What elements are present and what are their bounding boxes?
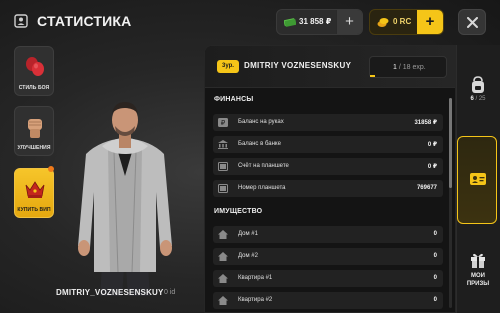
tablet-icon (218, 184, 228, 193)
house-icon (218, 296, 228, 305)
page-title: СТАТИСТИКА (37, 13, 132, 29)
property-title: ИМУЩЕСТВО (214, 208, 263, 215)
scrollbar-thumb[interactable] (449, 98, 452, 188)
inventory-count: 6 / 25 (458, 96, 498, 102)
house-icon (218, 230, 228, 239)
property-value: 0 (433, 297, 437, 303)
rc-amount: 0 RC (393, 17, 412, 26)
menu-buy-vip-label: КУПИТЬ ВИП (17, 207, 51, 213)
finance-row-bank[interactable]: Баланс в банке 0 ₽ (213, 136, 443, 153)
id-card-icon (470, 173, 486, 185)
property-row-house-1[interactable]: Дом #1 0 (213, 226, 443, 243)
finance-value: 31858 ₽ (414, 120, 437, 126)
boxing-gloves-icon (26, 57, 44, 76)
exp-total: / 18 exp. (396, 64, 426, 71)
finance-value: 0 ₽ (427, 164, 437, 170)
panel-header: 3ур. DMITRIY VOZNESENSKUY 1 / 18 exp. (205, 46, 455, 88)
finance-label: Счёт на планшете (238, 163, 289, 169)
property-label: Дом #2 (238, 253, 258, 259)
player-character (78, 102, 172, 296)
fist-icon (28, 119, 42, 138)
backpack-icon[interactable] (469, 76, 487, 94)
property-label: Квартира #2 (238, 297, 273, 303)
finance-label: Баланс на руках (238, 119, 284, 125)
close-icon (467, 17, 478, 28)
panel-scrollbar[interactable] (449, 98, 452, 308)
prizes-line-2: ПРИЗЫ (466, 281, 490, 287)
finance-value: 769677 (416, 185, 437, 191)
property-value: 0 (433, 275, 437, 281)
property-value: 0 (433, 231, 437, 237)
property-label: Дом #1 (238, 231, 258, 237)
stats-panel: 3ур. DMITRIY VOZNESENSKUY 1 / 18 exp. ФИ… (204, 45, 456, 313)
money-balance: 31 858 ₽ + (276, 9, 363, 35)
finance-label: Номер планшета (238, 185, 286, 191)
menu-fight-style[interactable]: СТИЛЬ БОЯ (14, 46, 54, 96)
stats-user-icon (14, 14, 28, 28)
ruble-icon: ₽ (218, 118, 228, 127)
panel-player-name: DMITRIY VOZNESENSKUY (244, 61, 352, 70)
close-button[interactable] (458, 9, 486, 35)
finance-row-tablet-account[interactable]: Счёт на планшете 0 ₽ (213, 158, 443, 175)
rc-balance: 0 RC + (369, 9, 444, 35)
house-icon (218, 252, 228, 261)
menu-upgrades[interactable]: УЛУЧШЕНИЯ (14, 106, 54, 156)
exp-indicator: 1 / 18 exp. (369, 56, 447, 78)
level-badge: 3ур. (217, 60, 239, 73)
exp-progress-bar (370, 75, 375, 77)
tablet-icon (218, 162, 228, 171)
property-row-apartment-2[interactable]: Квартира #2 0 (213, 292, 443, 309)
money-amount: 31 858 ₽ (299, 17, 332, 26)
house-icon (218, 274, 228, 283)
add-money-button[interactable]: + (336, 10, 362, 34)
menu-buy-vip[interactable]: КУПИТЬ ВИП (14, 168, 54, 218)
svg-text:₽: ₽ (221, 119, 226, 127)
property-label: Квартира #1 (238, 275, 273, 281)
finance-row-cash[interactable]: ₽ Баланс на руках 31858 ₽ (213, 114, 443, 131)
finance-row-tablet-number[interactable]: Номер планшета 769677 (213, 180, 443, 197)
menu-upgrades-label: УЛУЧШЕНИЯ (17, 145, 51, 151)
property-value: 0 (433, 253, 437, 259)
player-name: DMITRIY_VOZNESENSKUY (56, 288, 164, 297)
exp-text: 1 / 18 exp. (393, 64, 426, 71)
inventory-total: / 25 (473, 96, 486, 102)
finance-value: 0 ₽ (427, 142, 437, 148)
prizes-line-1: МОИ (471, 273, 485, 279)
tab-id-card[interactable] (457, 136, 497, 224)
cash-icon (284, 18, 296, 27)
gift-icon[interactable] (470, 252, 486, 268)
notification-dot (48, 166, 54, 172)
coins-icon (377, 18, 389, 27)
bank-icon (218, 140, 228, 149)
crown-icon (25, 181, 45, 198)
my-prizes-label[interactable]: МОИ ПРИЗЫ (456, 272, 500, 288)
finances-title: ФИНАНСЫ (214, 96, 254, 103)
player-id: 0 id (164, 289, 176, 296)
finance-label: Баланс в банке (238, 141, 281, 147)
menu-fight-style-label: СТИЛЬ БОЯ (18, 85, 50, 91)
add-rc-button[interactable]: + (417, 10, 443, 34)
property-row-house-2[interactable]: Дом #2 0 (213, 248, 443, 265)
property-row-apartment-1[interactable]: Квартира #1 0 (213, 270, 443, 287)
